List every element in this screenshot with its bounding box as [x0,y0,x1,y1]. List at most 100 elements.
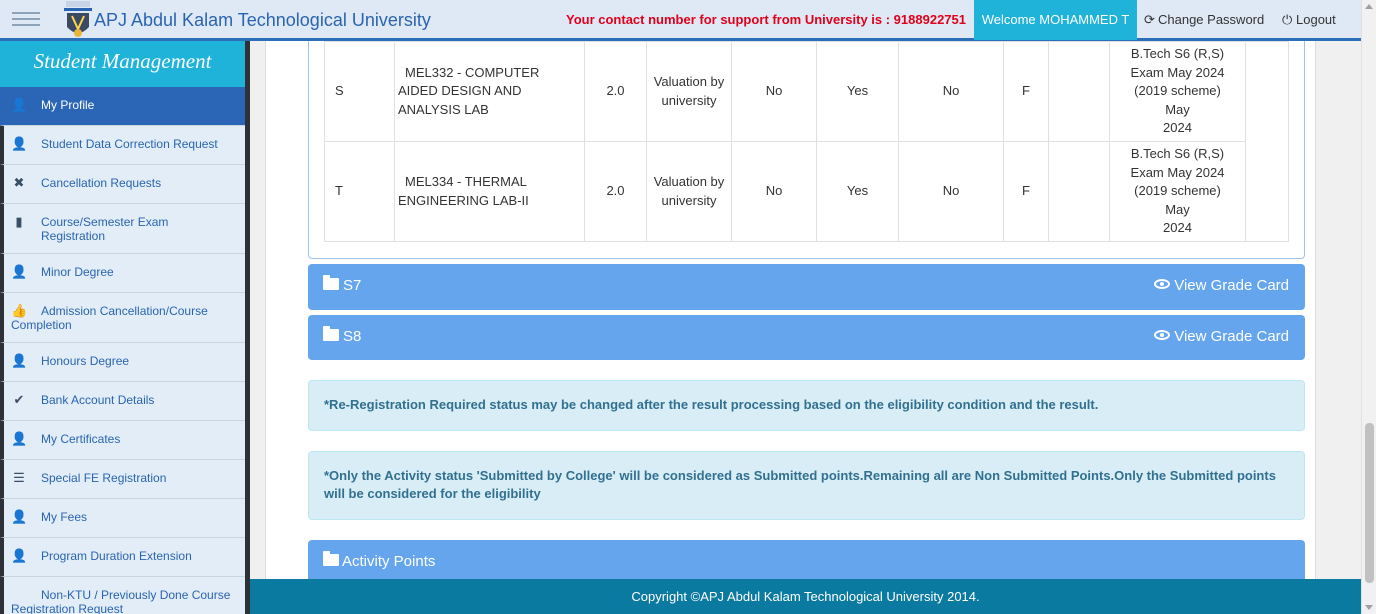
course-cell: MEL334 - THERMAL ENGINEERING LAB-II [394,141,585,242]
eye-icon [1154,330,1171,340]
semester-label: S8 [343,328,362,345]
change-password-label: Change Password [1158,12,1265,27]
exam-month: May [1165,101,1190,117]
slot-cell: T [324,141,395,242]
eye-icon [1154,279,1171,289]
exam-name: B.Tech S6 (R,S) Exam May 2024 (2019 sche… [1130,146,1225,199]
grade-cell: F [1003,41,1049,142]
university-logo-icon [64,1,92,37]
table-row: S MEL332 - COMPUTER AIDED DESIGN AND ANA… [324,41,1289,242]
semester-label: S7 [343,277,362,294]
welcome-user-badge[interactable]: Welcome MOHAMMED T [974,0,1137,40]
page-scrollbar[interactable] [1361,0,1376,614]
semester-panel-s7[interactable]: S7 View Grade Card [308,264,1305,310]
sidebar-item-duration-extension[interactable]: 👤 Program Duration Extension [0,538,245,577]
scroll-thumb[interactable] [1365,423,1374,583]
sidebar-item-label: Special FE Registration [41,471,167,485]
table-row: T MEL334 - THERMAL ENGINEERING LAB-II 2.… [324,141,1289,242]
exam-cell: B.Tech S6 (R,S) Exam May 2024 (2019 sche… [1109,141,1246,242]
activity-points-label: Activity Points [342,553,436,570]
refresh-icon: ⟳ [1144,12,1155,27]
table-cell: Yes [816,41,899,142]
main-content: S MEL332 - COMPUTER AIDED DESIGN AND ANA… [250,41,1361,579]
change-password-link[interactable]: ⟳ Change Password [1144,12,1264,28]
table-cell: Yes [816,141,899,242]
grade-cell: F [1003,141,1049,242]
sidebar-item-label: Non-KTU / Previously Done Course Registr… [11,588,231,614]
sidebar-item-honours-degree[interactable]: 👤 Honours Degree [0,343,245,382]
user-icon: 👤 [11,136,28,151]
slot-cell: S [324,41,395,142]
credit-cell: 2.0 [584,141,647,242]
view-grade-card-link[interactable]: View Grade Card [1154,277,1289,294]
book-icon: ▮ [15,214,23,229]
sidebar-item-label: Admission Cancellation/Course Completion [11,304,208,332]
user-icon: 👤 [11,431,28,446]
support-contact-text: Your contact number for support from Uni… [566,12,966,27]
check-icon: ✔ [13,392,25,407]
exam-cell: B.Tech S6 (R,S) Exam May 2024 (2019 sche… [1109,41,1246,142]
sidebar-item-cancellation-requests[interactable]: ✖ Cancellation Requests [0,165,245,204]
folder-icon [323,326,339,341]
course-cell: MEL332 - COMPUTER AIDED DESIGN AND ANALY… [394,41,585,142]
table-cell [1245,41,1289,242]
sidebar-item-special-fe[interactable]: ☰ Special FE Registration [0,460,245,499]
table-cell [1048,141,1110,242]
exam-month: May [1165,201,1190,217]
user-icon: 👤 [11,509,28,524]
credit-cell: 2.0 [584,41,647,142]
logout-link[interactable]: ⏻ Logout [1282,12,1336,28]
menu-toggle-icon[interactable] [12,8,40,32]
folder-icon [323,551,339,566]
sidebar-item-label: Student Data Correction Request [41,137,218,151]
scroll-down-arrow-icon[interactable] [1365,605,1373,610]
university-title: APJ Abdul Kalam Technological University [94,10,431,30]
sidebar-item-exam-registration[interactable]: ▮ Course/Semester Exam Registration [0,204,245,254]
table-cell: No [898,41,1004,142]
user-icon: 👤 [11,548,28,563]
view-grade-card-label: View Grade Card [1174,277,1289,294]
top-navbar: APJ Abdul Kalam Technological University… [0,0,1361,41]
sidebar-item-my-fees[interactable]: 👤 My Fees [0,499,245,538]
user-icon: 👤 [11,264,28,279]
grades-table: S MEL332 - COMPUTER AIDED DESIGN AND ANA… [324,41,1289,242]
footer: Copyright ©APJ Abdul Kalam Technological… [250,579,1361,614]
table-cell: No [731,41,817,142]
logout-label: Logout [1296,12,1336,27]
semester-panel-s8[interactable]: S8 View Grade Card [308,315,1305,360]
sidebar-item-data-correction[interactable]: 👤 Student Data Correction Request [0,126,245,165]
exam-year: 2024 [1163,120,1192,136]
sidebar-item-my-profile[interactable]: 👤 My Profile [0,87,245,126]
s6-panel-body: S MEL332 - COMPUTER AIDED DESIGN AND ANA… [308,41,1305,259]
sidebar-item-bank-account[interactable]: ✔ Bank Account Details [0,382,245,421]
sidebar-item-label: Cancellation Requests [41,176,162,190]
list-icon: ☰ [13,470,25,485]
sidebar-item-non-ktu-course[interactable]: Non-KTU / Previously Done Course Registr… [0,577,245,614]
valuation-cell: Valuation by university [646,41,732,142]
table-cell [1048,41,1110,142]
sidebar-item-label: Honours Degree [41,354,130,368]
sidebar-item-minor-degree[interactable]: 👤 Minor Degree [0,254,245,293]
activity-points-note: *Only the Activity status 'Submitted by … [308,451,1305,520]
thumbs-up-icon: 👍 [11,303,28,318]
user-icon: 👤 [11,353,28,368]
sidebar-heading: Student Management [0,41,245,87]
scroll-up-arrow-icon[interactable] [1365,4,1373,9]
valuation-cell: Valuation by university [646,141,732,242]
exam-name: B.Tech S6 (R,S) Exam May 2024 (2019 sche… [1130,46,1225,99]
cancel-circle-icon: ✖ [13,175,25,190]
exam-year: 2024 [1163,220,1192,236]
sidebar-item-admission-cancellation[interactable]: 👍 Admission Cancellation/Course Completio… [0,293,245,343]
view-grade-card-link[interactable]: View Grade Card [1154,328,1289,345]
sidebar-item-label: My Fees [41,510,88,524]
user-icon: 👤 [11,97,28,112]
folder-icon [323,275,339,290]
sidebar-item-label: My Profile [41,98,95,112]
sidebar-item-label: Bank Account Details [41,393,155,407]
sidebar-item-label: Course/Semester Exam Registration [41,215,169,243]
sidebar-item-my-certificates[interactable]: 👤 My Certificates [0,421,245,460]
activity-points-panel[interactable]: Activity Points [308,540,1305,579]
reregistration-note: *Re-Registration Required status may be … [308,380,1305,431]
sidebar-item-label: Program Duration Extension [41,549,192,563]
content-container: S MEL332 - COMPUTER AIDED DESIGN AND ANA… [265,41,1316,579]
